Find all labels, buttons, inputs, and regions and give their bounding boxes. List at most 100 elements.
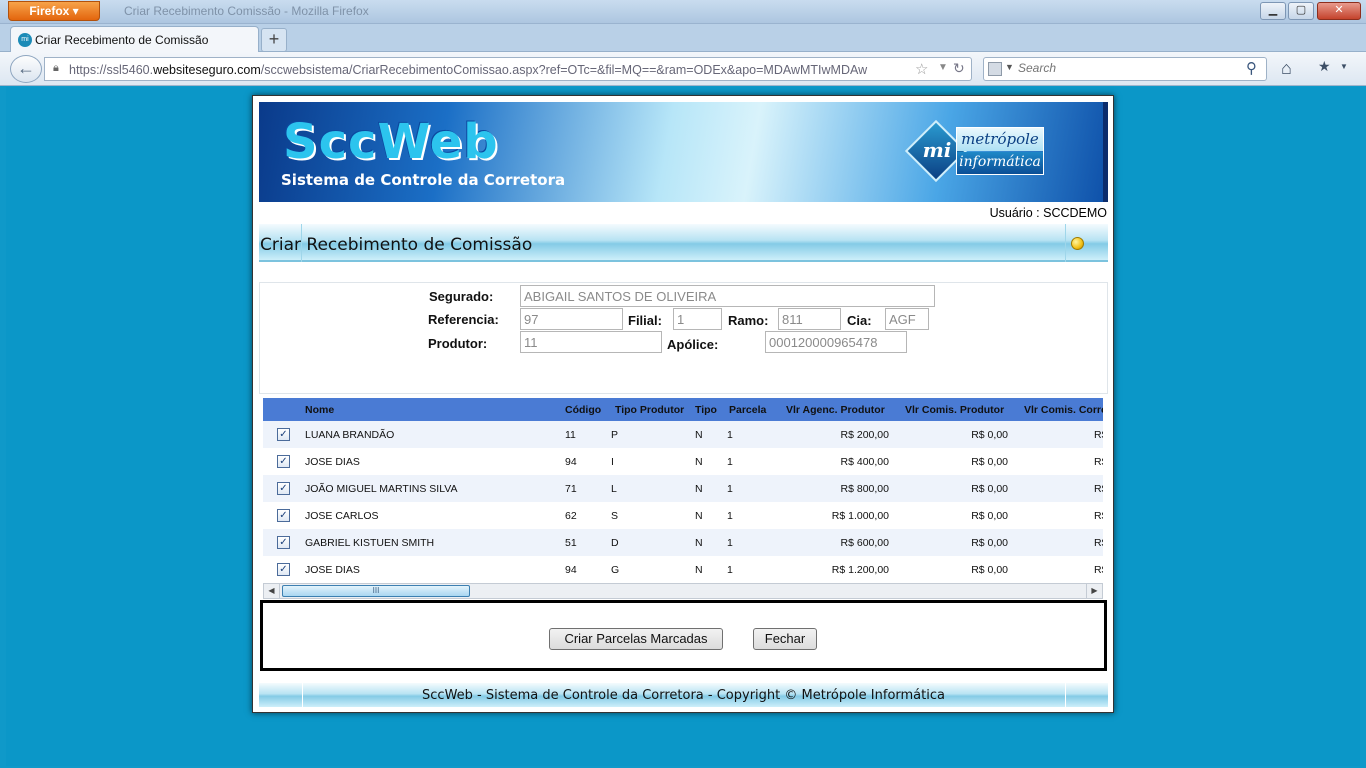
search-engine-icon[interactable]	[988, 62, 1002, 76]
cell-vlr-comis-produtor: R$ 0,00	[971, 429, 1008, 441]
cell-tipo-produtor: D	[611, 537, 619, 549]
scroll-thumb[interactable]: III	[282, 585, 470, 597]
tab-strip: mi Criar Recebimento de Comissão +	[0, 24, 1366, 53]
cell-vlr-comis-produtor: R$ 0,00	[971, 483, 1008, 495]
column-header-tipo-produtor[interactable]: Tipo Produtor	[615, 404, 684, 416]
status-light-icon	[1071, 237, 1084, 250]
bookmarks-dropdown-icon[interactable]: ▼	[1340, 62, 1348, 71]
cell-nome: JOÃO MIGUEL MARTINS SILVA	[305, 483, 458, 495]
url-history-dropdown-icon[interactable]: ▼	[938, 62, 948, 73]
column-header-vlr-agenc-produtor[interactable]: Vlr Agenc. Produtor	[786, 404, 885, 416]
row-checkbox[interactable]: ✓	[277, 509, 290, 522]
filial-label: Filial:	[628, 313, 662, 328]
apolice-label: Apólice:	[667, 337, 719, 352]
grid-horizontal-scrollbar[interactable]: ◀ III ▶	[263, 583, 1103, 599]
company-logo-text: metrópole informática	[956, 127, 1044, 175]
scroll-right-arrow-icon[interactable]: ▶	[1086, 584, 1102, 598]
page-container: SccWeb Sistema de Controle da Corretora …	[252, 95, 1114, 713]
cell-nome: JOSE CARLOS	[305, 510, 379, 522]
segurado-label: Segurado:	[429, 289, 494, 304]
cell-tipo: N	[695, 429, 703, 441]
address-bar[interactable]: 🔒︎ https://ssl5460.websiteseguro.com/scc…	[44, 57, 972, 81]
url-path: /sccwebsistema/CriarRecebimentoComissao.…	[260, 63, 868, 77]
cell-vlr-comis-produtor: R$ 0,00	[971, 564, 1008, 576]
company-logo-mark: mi	[922, 138, 952, 162]
column-header-nome[interactable]: Nome	[305, 404, 334, 416]
cell-tipo: N	[695, 483, 703, 495]
column-header-vlr-comis-corretora[interactable]: Vlr Comis. Corretora	[1024, 404, 1103, 416]
apolice-field[interactable]	[765, 331, 907, 353]
lock-icon: 🔒︎	[53, 62, 59, 74]
row-checkbox[interactable]: ✓	[277, 428, 290, 441]
row-checkbox[interactable]: ✓	[277, 482, 290, 495]
row-checkbox[interactable]: ✓	[277, 536, 290, 549]
cell-tipo: N	[695, 510, 703, 522]
search-input[interactable]	[1018, 61, 1244, 75]
column-header-codigo[interactable]: Código	[565, 404, 601, 416]
bookmarks-icon[interactable]: ★	[1318, 58, 1331, 75]
window-titlebar: Firefox ▾ Criar Recebimento Comissão - M…	[0, 0, 1366, 24]
home-icon[interactable]: ⌂	[1281, 58, 1292, 79]
url-text[interactable]: https://ssl5460.websiteseguro.com/sccweb…	[69, 63, 911, 77]
referencia-field[interactable]	[520, 308, 623, 330]
cell-parcela: 1	[727, 483, 733, 495]
logo-line-1: metrópole	[957, 128, 1043, 151]
table-row[interactable]: ✓ JOÃO MIGUEL MARTINS SILVA 71 L N 1 R$ 800,00…	[263, 475, 1103, 502]
banner-edge	[1103, 102, 1108, 202]
search-bar[interactable]: ▼ ⚲	[983, 57, 1267, 81]
grid-header: Nome Código Tipo Produtor Tipo Parcela V…	[263, 398, 1103, 421]
action-panel: Criar Parcelas Marcadas Fechar	[260, 600, 1107, 671]
page-title: Criar Recebimento de Comissão	[260, 235, 533, 255]
table-row[interactable]: ✓ GABRIEL KISTUEN SMITH 51 D N 1 R$ 600,00 R$ 0…	[263, 529, 1103, 556]
cell-nome: JOSE DIAS	[305, 456, 360, 468]
cell-vlr-comis-produtor: R$ 0,00	[971, 456, 1008, 468]
cell-tipo-produtor: S	[611, 510, 619, 522]
cell-vlr-agenc-produtor: R$ 600,00	[840, 537, 889, 549]
cia-field[interactable]	[885, 308, 929, 330]
footer-copyright: SccWeb - Sistema de Controle da Corretor…	[422, 688, 945, 703]
reload-icon[interactable]: ↻	[953, 60, 965, 77]
fechar-button[interactable]: Fechar	[753, 628, 817, 650]
minimize-button[interactable]: ▁	[1260, 2, 1286, 20]
site-favicon-icon: mi	[18, 33, 32, 47]
cell-vlr-comis-corretora: R$	[1094, 483, 1103, 495]
cell-parcela: 1	[727, 564, 733, 576]
tab-criar-recebimento[interactable]: mi Criar Recebimento de Comissão	[10, 26, 259, 53]
footer-bar: SccWeb - Sistema de Controle da Corretor…	[259, 683, 1108, 707]
row-checkbox[interactable]: ✓	[277, 563, 290, 576]
column-header-vlr-comis-produtor[interactable]: Vlr Comis. Produtor	[905, 404, 1004, 416]
cell-codigo: 62	[565, 510, 577, 522]
cell-codigo: 51	[565, 537, 577, 549]
logo-line-2: informática	[957, 152, 1043, 174]
segurado-field[interactable]	[520, 285, 935, 307]
table-row[interactable]: ✓ JOSE CARLOS 62 S N 1 R$ 1.000,00 R$ 0,00 R$	[263, 502, 1103, 529]
cia-label: Cia:	[847, 313, 872, 328]
cell-tipo: N	[695, 537, 703, 549]
cell-vlr-agenc-produtor: R$ 1.200,00	[831, 564, 889, 576]
column-header-tipo[interactable]: Tipo	[695, 404, 717, 416]
table-row[interactable]: ✓ LUANA BRANDÃO 11 P N 1 R$ 200,00 R$ 0,00 R$	[263, 421, 1103, 448]
cell-tipo-produtor: L	[611, 483, 617, 495]
search-magnifier-icon[interactable]: ⚲	[1246, 59, 1257, 77]
produtor-field[interactable]	[520, 331, 662, 353]
back-button[interactable]: ←	[10, 55, 42, 83]
maximize-button[interactable]: ▢	[1288, 2, 1314, 20]
column-header-parcela[interactable]: Parcela	[729, 404, 766, 416]
new-tab-button[interactable]: +	[261, 28, 287, 52]
ramo-field[interactable]	[778, 308, 841, 330]
cell-parcela: 1	[727, 510, 733, 522]
criar-parcelas-button[interactable]: Criar Parcelas Marcadas	[549, 628, 723, 650]
referencia-label: Referencia:	[428, 312, 499, 327]
url-prefix: https://ssl5460.	[69, 63, 154, 77]
table-row[interactable]: ✓ JOSE DIAS 94 G N 1 R$ 1.200,00 R$ 0,00 R$	[263, 556, 1103, 583]
table-row[interactable]: ✓ JOSE DIAS 94 I N 1 R$ 400,00 R$ 0,00 R$	[263, 448, 1103, 475]
filial-field[interactable]	[673, 308, 722, 330]
scroll-left-arrow-icon[interactable]: ◀	[264, 584, 280, 598]
row-checkbox[interactable]: ✓	[277, 455, 290, 468]
cell-parcela: 1	[727, 429, 733, 441]
close-window-button[interactable]: ✕	[1317, 2, 1361, 20]
search-engine-dropdown-icon[interactable]: ▼	[1005, 62, 1014, 72]
firefox-menu-button[interactable]: Firefox ▾	[8, 1, 100, 21]
cell-tipo-produtor: G	[611, 564, 620, 576]
bookmark-star-icon[interactable]: ☆	[915, 60, 928, 78]
